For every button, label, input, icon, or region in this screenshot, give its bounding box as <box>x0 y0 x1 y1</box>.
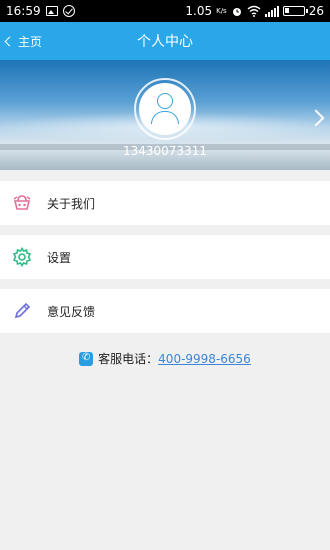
chevron-left-icon <box>4 36 15 46</box>
check-circle-icon <box>62 5 75 17</box>
user-icon <box>139 83 191 135</box>
menu-item-settings[interactable]: 设置 <box>0 235 330 279</box>
image-icon <box>45 6 58 16</box>
page-title: 个人中心 <box>137 34 193 50</box>
menu-item-label: 意见反馈 <box>47 304 96 319</box>
status-bar: 16:59 1.05 K/s 26 <box>0 0 330 22</box>
menu-item-label: 关于我们 <box>47 196 96 211</box>
profile-header[interactable]: 13430073311 <box>0 60 330 170</box>
menu-item-label: 设置 <box>47 250 72 265</box>
battery-icon <box>282 6 308 16</box>
signal-icon <box>264 5 279 17</box>
back-button[interactable]: 主页 <box>4 22 43 60</box>
wifi-icon <box>247 5 261 17</box>
avatar[interactable] <box>134 78 196 140</box>
customer-service-label: 客服电话： <box>98 352 159 366</box>
data-rate: 1.05 <box>185 4 213 18</box>
data-rate-unit: K/s <box>216 7 227 15</box>
alarm-icon <box>232 8 241 16</box>
phone-icon <box>79 351 94 366</box>
status-time: 16:59 <box>6 4 41 18</box>
gear-icon <box>12 247 32 267</box>
back-label: 主页 <box>18 34 43 49</box>
battery-level: 26 <box>308 4 324 18</box>
menu-item-about-us[interactable]: 关于我们 <box>0 181 330 225</box>
about-us-icon <box>13 195 31 210</box>
menu-item-feedback[interactable]: 意见反馈 <box>0 289 330 333</box>
customer-service: 客服电话： 400-9998-6656 <box>0 350 330 367</box>
user-phone-number: 13430073311 <box>123 144 207 158</box>
pencil-icon <box>14 302 31 319</box>
nav-bar: 主页 个人中心 <box>0 22 330 60</box>
customer-service-phone-link[interactable]: 400-9998-6656 <box>158 352 251 366</box>
